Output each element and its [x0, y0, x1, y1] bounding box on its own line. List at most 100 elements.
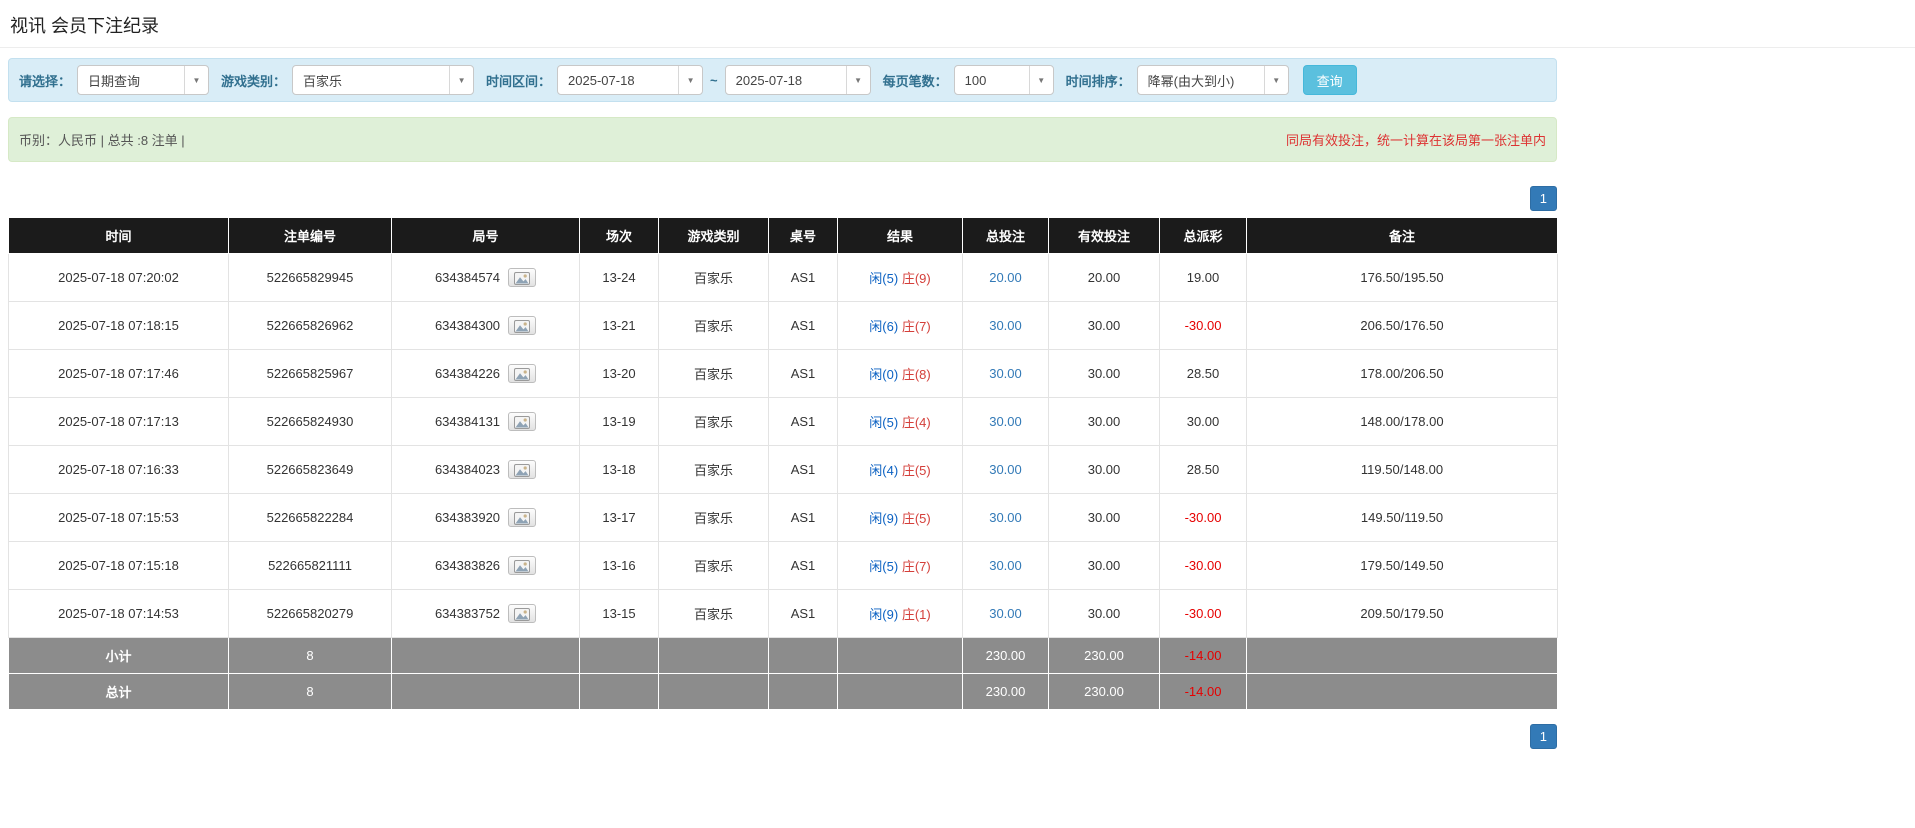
- search-button[interactable]: 查询: [1302, 65, 1357, 95]
- table-row: 2025-07-18 07:20:02 522665829945 634384574…: [8, 253, 1558, 302]
- page-title: 视讯 会员下注纪录: [10, 16, 160, 36]
- result-cell: 闲(4) 庄(5): [837, 445, 963, 494]
- round-cell: 634383752: [391, 589, 580, 638]
- round-cell: 634384300: [391, 301, 580, 350]
- table-row: 2025-07-18 07:14:53 522665820279 634383752…: [8, 589, 1558, 638]
- pagination-bottom: 1: [8, 724, 1557, 749]
- round-image-button[interactable]: [508, 604, 537, 623]
- game-type-cell: 百家乐: [658, 445, 769, 494]
- total-bet-link[interactable]: 30.00: [989, 462, 1022, 477]
- remark-cell: 119.50/148.00: [1246, 445, 1558, 494]
- valid-bet-note: 同局有效投注，统一计算在该局第一张注单内: [1285, 133, 1546, 148]
- banker-result: 庄(7): [901, 559, 931, 574]
- summary-payout-cell: -14.00: [1159, 637, 1247, 674]
- date-to-select[interactable]: 2025-07-18 ▼: [724, 65, 871, 95]
- page-1-button[interactable]: 1: [1529, 724, 1557, 749]
- payout-cell: 19.00: [1159, 253, 1247, 302]
- valid-bet-cell: 30.00: [1048, 493, 1160, 542]
- query-type-value: 日期查询: [88, 73, 141, 89]
- table-number-cell: AS1: [768, 493, 838, 542]
- photo-icon: [514, 416, 531, 429]
- chevron-down-icon: ▼: [845, 66, 870, 94]
- column-header: 时间: [8, 217, 229, 254]
- page-size-select[interactable]: 100 ▼: [953, 65, 1054, 95]
- game-type-cell: 百家乐: [658, 397, 769, 446]
- bet-id-cell: 522665824930: [228, 397, 392, 446]
- round-image-button[interactable]: [508, 268, 537, 287]
- column-header: 场次: [579, 217, 659, 254]
- round-number: 634383826: [434, 558, 501, 573]
- total-bet-link[interactable]: 30.00: [989, 414, 1022, 429]
- total-bet-cell: 30.00: [962, 493, 1049, 542]
- table-row: 2025-07-18 07:17:46 522665825967 634384226…: [8, 349, 1558, 398]
- pagination-top: 1: [8, 186, 1557, 211]
- time-cell: 2025-07-18 07:17:13: [8, 397, 229, 446]
- time-sort-select[interactable]: 降幂(由大到小) ▼: [1136, 65, 1289, 95]
- player-result: 闲(5): [869, 271, 899, 286]
- total-bet-link[interactable]: 30.00: [989, 558, 1022, 573]
- column-header: 桌号: [768, 217, 838, 254]
- total-bet-cell: 30.00: [962, 541, 1049, 590]
- valid-bet-cell: 20.00: [1048, 253, 1160, 302]
- result-cell: 闲(9) 庄(1): [837, 589, 963, 638]
- round-image-button[interactable]: [508, 460, 537, 479]
- player-result: 闲(5): [869, 559, 899, 574]
- session-cell: 13-20: [579, 349, 659, 398]
- round-cell: 634384226: [391, 349, 580, 398]
- total-bet-cell: 30.00: [962, 397, 1049, 446]
- round-image-button[interactable]: [508, 412, 537, 431]
- round-image-button[interactable]: [508, 364, 537, 383]
- column-header: 游戏类别: [658, 217, 769, 254]
- time-cell: 2025-07-18 07:15:53: [8, 493, 229, 542]
- photo-icon: [514, 608, 531, 621]
- total-bet-link[interactable]: 30.00: [989, 606, 1022, 621]
- chevron-down-icon: ▼: [184, 66, 209, 94]
- summary-total-bet-cell: 230.00: [962, 673, 1049, 710]
- session-cell: 13-24: [579, 253, 659, 302]
- bet-id-cell: 522665821111: [228, 541, 392, 590]
- table-number-cell: AS1: [768, 301, 838, 350]
- banker-result: 庄(4): [901, 415, 931, 430]
- round-image-button[interactable]: [508, 316, 537, 335]
- page-1-button[interactable]: 1: [1529, 186, 1557, 211]
- chevron-down-icon: ▼: [449, 66, 474, 94]
- time-cell: 2025-07-18 07:17:46: [8, 349, 229, 398]
- remark-cell: 148.00/178.00: [1246, 397, 1558, 446]
- payout-cell: -30.00: [1159, 301, 1247, 350]
- round-cell: 634384131: [391, 397, 580, 446]
- game-type-cell: 百家乐: [658, 301, 769, 350]
- session-cell: 13-19: [579, 397, 659, 446]
- total-bet-link[interactable]: 30.00: [989, 510, 1022, 525]
- total-bet-link[interactable]: 30.00: [989, 366, 1022, 381]
- player-result: 闲(6): [869, 319, 899, 334]
- date-from-value: 2025-07-18: [568, 72, 635, 88]
- summary-label-cell: 总计: [8, 673, 229, 710]
- round-number: 634383920: [434, 510, 501, 525]
- table-number-cell: AS1: [768, 445, 838, 494]
- summary-count-cell: 8: [228, 637, 392, 674]
- total-bet-link[interactable]: 20.00: [989, 270, 1022, 285]
- query-type-select[interactable]: 日期查询 ▼: [77, 65, 210, 95]
- total-bet-cell: 30.00: [962, 445, 1049, 494]
- table-row: 2025-07-18 07:15:53 522665822284 634383920…: [8, 493, 1558, 542]
- round-image-button[interactable]: [508, 556, 537, 575]
- game-type-label: 游戏类别：: [221, 73, 287, 89]
- round-image-button[interactable]: [508, 508, 537, 527]
- summary-bar: 币别：人民币 | 总共 :8 注单 | 同局有效投注，统一计算在该局第一张注单内: [8, 117, 1557, 162]
- round-cell: 634384023: [391, 445, 580, 494]
- main-content: 请选择： 日期查询 ▼ 游戏类别： 百家乐 ▼ 时间区间： 2025-07-18…: [8, 58, 1558, 749]
- page-size-label: 每页笔数：: [882, 73, 948, 89]
- summary-label-cell: 小计: [8, 637, 229, 674]
- bet-id-cell: 522665822284: [228, 493, 392, 542]
- range-separator: ~: [710, 72, 718, 88]
- round-number: 634384574: [434, 270, 501, 285]
- date-from-select[interactable]: 2025-07-18 ▼: [557, 65, 704, 95]
- total-bet-link[interactable]: 30.00: [989, 318, 1022, 333]
- round-number: 634384131: [434, 414, 501, 429]
- banker-result: 庄(5): [901, 463, 931, 478]
- banker-result: 庄(9): [901, 271, 931, 286]
- game-type-select[interactable]: 百家乐 ▼: [292, 65, 475, 95]
- table-number-cell: AS1: [768, 397, 838, 446]
- time-cell: 2025-07-18 07:20:02: [8, 253, 229, 302]
- time-sort-label: 时间排序：: [1065, 73, 1131, 89]
